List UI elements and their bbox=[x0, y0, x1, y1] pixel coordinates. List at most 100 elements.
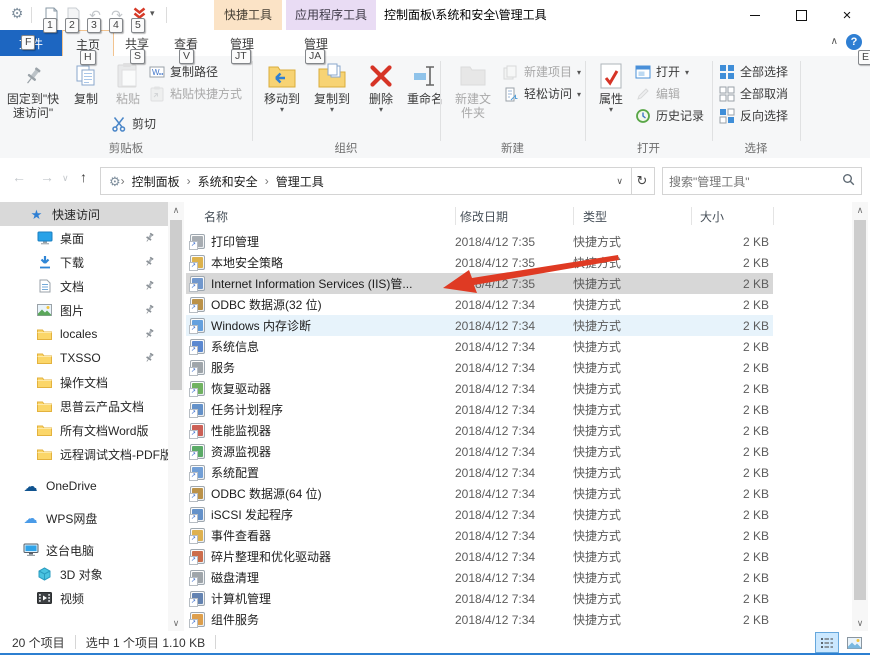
table-row[interactable]: 本地安全策略2018/4/12 7:35快捷方式2 KB bbox=[186, 252, 773, 273]
breadcrumb-control-panel[interactable]: 控制面板 bbox=[125, 173, 187, 190]
help-button[interactable]: ? bbox=[846, 34, 862, 50]
table-row[interactable]: 恢复驱动器2018/4/12 7:34快捷方式2 KB bbox=[186, 378, 773, 399]
table-row[interactable]: 打印管理2018/4/12 7:35快捷方式2 KB bbox=[186, 231, 773, 252]
table-row[interactable]: 组件服务2018/4/12 7:34快捷方式2 KB bbox=[186, 609, 773, 630]
easy-access-button[interactable]: 轻松访问 ▾ bbox=[502, 84, 581, 104]
sidebar-scrollbar[interactable]: ∧ ∨ bbox=[168, 202, 184, 631]
forward-icon[interactable]: → bbox=[40, 169, 54, 185]
list-scrollbar[interactable]: ∧ ∨ bbox=[852, 202, 868, 631]
large-icons-view-button[interactable] bbox=[842, 632, 866, 653]
column-divider[interactable] bbox=[455, 207, 456, 225]
back-icon[interactable]: ← bbox=[12, 169, 26, 185]
copy-button[interactable]: 复制 bbox=[66, 60, 106, 106]
address-bar[interactable]: ⚙ › 控制面板 › 系统和安全 › 管理工具 ∨ bbox=[100, 167, 632, 195]
table-row[interactable]: 服务2018/4/12 7:34快捷方式2 KB bbox=[186, 357, 773, 378]
table-row[interactable]: 事件查看器2018/4/12 7:34快捷方式2 KB bbox=[186, 525, 773, 546]
table-row[interactable]: ODBC 数据源(32 位)2018/4/12 7:34快捷方式2 KB bbox=[186, 294, 773, 315]
sidebar-item-quick-access[interactable]: ★快速访问 bbox=[0, 202, 168, 226]
delete-button[interactable]: 删除 ▾ bbox=[362, 60, 400, 113]
tab-home[interactable]: 主页 H bbox=[62, 30, 114, 57]
column-divider[interactable] bbox=[573, 207, 574, 225]
tab-manage-application-tools[interactable]: 管理 JA bbox=[284, 30, 348, 56]
table-row[interactable]: 资源监视器2018/4/12 7:34快捷方式2 KB bbox=[186, 441, 773, 462]
sidebar-item-3d-objects[interactable]: 3D 对象 bbox=[0, 562, 168, 586]
close-button[interactable]: × bbox=[824, 0, 870, 30]
new-item-button[interactable]: 新建项目 ▾ bbox=[502, 62, 581, 82]
qat-button-2[interactable]: 2 bbox=[62, 5, 84, 25]
column-header-size[interactable]: 大小 bbox=[700, 208, 724, 225]
tab-share[interactable]: 共享 S bbox=[114, 30, 160, 56]
invert-selection-button[interactable]: 反向选择 bbox=[718, 106, 788, 126]
table-row[interactable]: 系统信息2018/4/12 7:34快捷方式2 KB bbox=[186, 336, 773, 357]
sidebar-item-documents[interactable]: 文档 bbox=[0, 274, 168, 298]
table-row[interactable]: 任务计划程序2018/4/12 7:34快捷方式2 KB bbox=[186, 399, 773, 420]
sidebar-item-all-docs-word[interactable]: 所有文档Word版 bbox=[0, 418, 168, 442]
paste-shortcut-button[interactable]: 粘贴快捷方式 bbox=[148, 84, 242, 104]
breadcrumb-admin-tools[interactable]: 管理工具 bbox=[269, 173, 331, 190]
cut-button[interactable]: 剪切 bbox=[110, 114, 156, 134]
paste-button[interactable]: 粘贴 bbox=[108, 60, 148, 106]
sidebar-item-locales[interactable]: locales bbox=[0, 322, 168, 346]
file-menu-button[interactable]: 文件 F bbox=[0, 30, 62, 56]
sidebar-scrollbar-thumb[interactable] bbox=[170, 220, 182, 390]
up-icon[interactable]: ↑ bbox=[80, 169, 87, 185]
table-row[interactable]: 碎片整理和优化驱动器2018/4/12 7:34快捷方式2 KB bbox=[186, 546, 773, 567]
qat-button-3[interactable]: ↶3 bbox=[84, 5, 106, 25]
minimize-button[interactable] bbox=[732, 0, 778, 30]
history-button[interactable]: 历史记录 bbox=[634, 106, 704, 126]
scroll-down-icon[interactable]: ∨ bbox=[168, 615, 184, 631]
refresh-button[interactable]: ↻ bbox=[630, 167, 655, 195]
table-row[interactable]: 计算机管理2018/4/12 7:34快捷方式2 KB bbox=[186, 588, 773, 609]
edit-button[interactable]: 编辑 bbox=[634, 84, 680, 104]
sidebar-item-sipu-cloud-product-docs[interactable]: 思普云产品文档 bbox=[0, 394, 168, 418]
copy-path-button[interactable]: W 复制路径 bbox=[148, 62, 218, 82]
sidebar-item-videos[interactable]: 视频 bbox=[0, 586, 168, 610]
table-row[interactable]: 系统配置2018/4/12 7:34快捷方式2 KB bbox=[186, 462, 773, 483]
sidebar-item-this-pc[interactable]: 这台电脑 bbox=[0, 538, 168, 562]
move-to-button[interactable]: 移动到 ▾ bbox=[258, 60, 306, 113]
sidebar-item-remote-debug-docs-pdf[interactable]: 远程调试文档-PDF版 bbox=[0, 442, 168, 466]
scroll-down-icon[interactable]: ∨ bbox=[852, 615, 868, 631]
sidebar-item-operation-docs[interactable]: 操作文档 bbox=[0, 370, 168, 394]
search-input[interactable]: 搜索"管理工具" bbox=[662, 167, 862, 195]
open-button[interactable]: 打开 ▾ bbox=[634, 62, 689, 82]
sidebar-item-desktop[interactable]: 桌面 bbox=[0, 226, 168, 250]
scroll-up-icon[interactable]: ∧ bbox=[168, 202, 184, 218]
qat-button-4[interactable]: ↷4 bbox=[106, 5, 128, 25]
table-row[interactable]: 磁盘清理2018/4/12 7:34快捷方式2 KB bbox=[186, 567, 773, 588]
table-row[interactable]: Internet Information Services (IIS)管...2… bbox=[186, 273, 773, 294]
column-header-date-modified[interactable]: 修改日期 bbox=[460, 208, 508, 225]
tab-manage-shortcut-tools[interactable]: 管理 JT bbox=[214, 30, 270, 56]
column-header-name[interactable]: 名称 bbox=[204, 208, 228, 225]
table-row[interactable]: ODBC 数据源(64 位)2018/4/12 7:34快捷方式2 KB bbox=[186, 483, 773, 504]
sidebar-item-txsso[interactable]: TXSSO bbox=[0, 346, 168, 370]
tab-view[interactable]: 查看 V bbox=[162, 30, 210, 56]
recent-locations-dropdown-icon[interactable]: ∨ bbox=[62, 173, 69, 184]
new-folder-button[interactable]: 新建文件夹 bbox=[446, 60, 500, 120]
sidebar-item-pictures[interactable]: 图片 bbox=[0, 298, 168, 322]
sidebar-item-wps-cloud[interactable]: ☁WPS网盘 bbox=[0, 506, 168, 530]
scroll-up-icon[interactable]: ∧ bbox=[852, 202, 868, 218]
qat-customize-dropdown-icon[interactable]: ▾ bbox=[150, 8, 155, 19]
select-none-button[interactable]: 全部取消 bbox=[718, 84, 788, 104]
table-row[interactable]: iSCSI 发起程序2018/4/12 7:34快捷方式2 KB bbox=[186, 504, 773, 525]
table-row[interactable]: Windows 内存诊断2018/4/12 7:34快捷方式2 KB bbox=[186, 315, 773, 336]
collapse-ribbon-icon[interactable]: ∧ bbox=[831, 36, 838, 47]
copy-to-button[interactable]: 复制到 ▾ bbox=[308, 60, 356, 113]
details-view-button[interactable] bbox=[815, 632, 839, 653]
sidebar-item-onedrive[interactable]: ☁OneDrive bbox=[0, 474, 168, 498]
qat-button-1[interactable]: 1 bbox=[40, 5, 62, 25]
select-all-button[interactable]: 全部选择 bbox=[718, 62, 788, 82]
table-row[interactable]: 性能监视器2018/4/12 7:34快捷方式2 KB bbox=[186, 420, 773, 441]
pin-to-quick-access-button[interactable]: 固定到"快速访问" bbox=[4, 60, 62, 120]
breadcrumb-system-security[interactable]: 系统和安全 bbox=[191, 173, 265, 190]
column-divider[interactable] bbox=[691, 207, 692, 225]
sidebar-item-downloads[interactable]: 下载 bbox=[0, 250, 168, 274]
column-header-type[interactable]: 类型 bbox=[583, 208, 607, 225]
properties-button[interactable]: 属性 ▾ bbox=[592, 60, 630, 113]
column-divider[interactable] bbox=[773, 207, 774, 225]
qat-button-5[interactable]: 5 bbox=[128, 5, 150, 25]
maximize-button[interactable] bbox=[778, 0, 824, 30]
address-dropdown-icon[interactable]: ∨ bbox=[608, 176, 631, 187]
list-scrollbar-thumb[interactable] bbox=[854, 220, 866, 600]
